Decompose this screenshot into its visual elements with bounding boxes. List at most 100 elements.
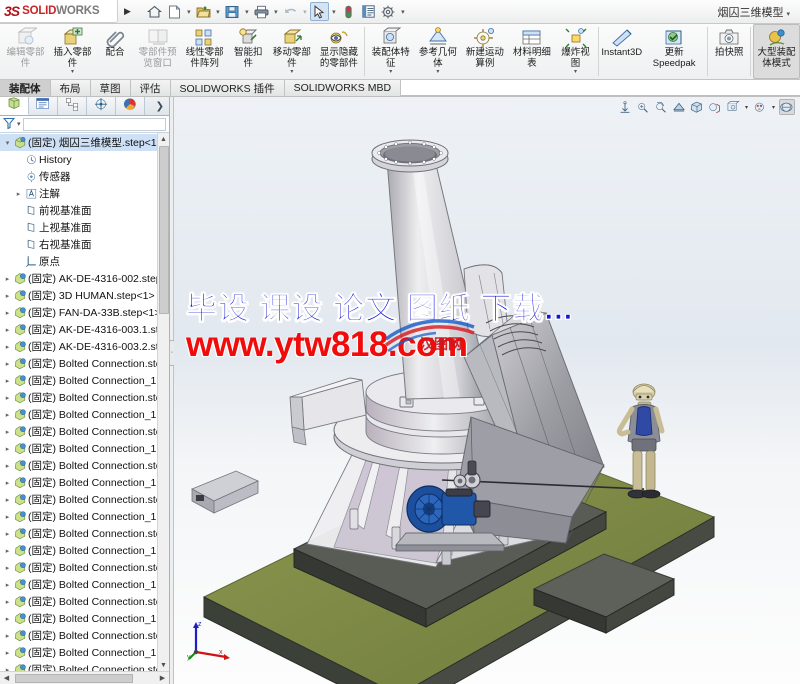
- insert-components-button[interactable]: 插入零部件 ▾: [49, 24, 96, 79]
- tree-item[interactable]: ▸ (固定) Bolted Connection.ste: [0, 661, 169, 671]
- tree-item[interactable]: ▸ (固定) AK-DE-4316-003.1.ste: [0, 321, 169, 338]
- tree-hscroll-track[interactable]: [13, 672, 156, 684]
- tree-scroll-right-button[interactable]: ▶: [156, 672, 169, 684]
- undo-caret-icon[interactable]: ▾: [301, 8, 309, 16]
- apply-scene-icon[interactable]: [779, 99, 795, 115]
- move-component-button[interactable]: 移动零部件 ▾: [268, 24, 315, 79]
- tree-expand-arrow-icon[interactable]: ▸: [2, 360, 13, 368]
- tree-expand-arrow-icon[interactable]: ▸: [2, 377, 13, 385]
- show-hidden-components-button[interactable]: 显示隐藏的零部件: [315, 24, 362, 79]
- save-caret-icon[interactable]: ▾: [243, 8, 251, 16]
- reference-geometry-button-dropdown-icon[interactable]: ▾: [436, 69, 439, 76]
- tree-item[interactable]: 原点: [0, 253, 169, 270]
- tree-expand-arrow-icon[interactable]: ▸: [2, 394, 13, 402]
- tree-expand-arrow-icon[interactable]: ▸: [2, 666, 13, 672]
- tree-expand-arrow-icon[interactable]: ▸: [2, 462, 13, 470]
- settings-gear-icon[interactable]: [379, 2, 398, 21]
- tree-item[interactable]: ▸ (固定) Bolted Connection.ste: [0, 525, 169, 542]
- tree-expand-arrow-icon[interactable]: ▾: [2, 139, 13, 147]
- tree-item[interactable]: ▸ (固定) FAN-DA-33B.step<1>: [0, 304, 169, 321]
- tree-item[interactable]: History: [0, 151, 169, 168]
- tree-expand-arrow-icon[interactable]: ▸: [2, 411, 13, 419]
- tree-expand-arrow-icon[interactable]: ▸: [2, 428, 13, 436]
- select-caret-icon[interactable]: ▾: [330, 8, 338, 16]
- save-icon[interactable]: [223, 2, 242, 21]
- tab-solidworks-addins[interactable]: SOLIDWORKS 插件: [170, 80, 285, 96]
- tree-expand-arrow-icon[interactable]: ▸: [2, 309, 13, 317]
- feature-manager-tab[interactable]: [0, 96, 29, 115]
- tree-item[interactable]: ▸ (固定) Bolted Connection_1.: [0, 474, 169, 491]
- tree-expand-arrow-icon[interactable]: ▸: [2, 632, 13, 640]
- tree-expand-arrow-icon[interactable]: ▸: [2, 326, 13, 334]
- smart-fasteners-button[interactable]: 智能扣件: [228, 24, 268, 79]
- tree-expand-arrow-icon[interactable]: ▸: [2, 598, 13, 606]
- bill-of-materials-button[interactable]: 材料明细表: [508, 24, 555, 79]
- filter-icon[interactable]: [2, 117, 16, 132]
- tree-item[interactable]: ▸ (固定) Bolted Connection.ste: [0, 559, 169, 576]
- tab-layout[interactable]: 布局: [50, 80, 91, 96]
- appearances-caret-icon[interactable]: ▾: [770, 104, 777, 111]
- filter-caret-icon[interactable]: ▾: [17, 120, 21, 128]
- tree-hscroll-thumb[interactable]: [15, 673, 133, 683]
- configuration-manager-tab[interactable]: [58, 97, 87, 115]
- property-manager-tab[interactable]: [29, 97, 58, 115]
- exploded-view-button[interactable]: 爆炸视图 ▾: [555, 24, 595, 79]
- graphics-viewport[interactable]: ▾ ▾ 毕设 课设 论文 图纸 下载... www.ytw818.com 汉图网…: [174, 97, 800, 684]
- menu-expand-arrow-icon[interactable]: ▶: [124, 6, 131, 17]
- tree-item[interactable]: ▸ (固定) Bolted Connection_1.: [0, 542, 169, 559]
- tree-item[interactable]: ▸ 注解: [0, 185, 169, 202]
- instant3d-button[interactable]: Instant3D: [601, 24, 644, 79]
- options-list-icon[interactable]: [359, 2, 378, 21]
- new-document-caret-icon[interactable]: ▾: [185, 8, 193, 16]
- tree-item[interactable]: ▸ (固定) Bolted Connection.ste: [0, 389, 169, 406]
- settings-caret-icon[interactable]: ▾: [399, 8, 407, 16]
- home-icon[interactable]: [145, 2, 164, 21]
- open-folder-caret-icon[interactable]: ▾: [214, 8, 222, 16]
- chimney-assembly-model[interactable]: [174, 97, 800, 684]
- tree-item[interactable]: ▸ (固定) Bolted Connection.ste: [0, 593, 169, 610]
- reference-geometry-button[interactable]: 参考几何体 ▾: [414, 24, 461, 79]
- tree-item[interactable]: ▸ (固定) Bolted Connection_1.: [0, 610, 169, 627]
- mate-button[interactable]: 配合: [96, 24, 134, 79]
- tree-expand-arrow-icon[interactable]: ▸: [2, 343, 13, 351]
- select-arrow-icon[interactable]: [309, 2, 329, 21]
- component-preview-button[interactable]: 零部件预览窗口: [134, 24, 181, 79]
- tree-expand-arrow-icon[interactable]: ▸: [2, 547, 13, 555]
- tree-expand-arrow-icon[interactable]: ▸: [2, 530, 13, 538]
- view-orientation-icon[interactable]: [689, 99, 705, 115]
- tree-item[interactable]: ▸ (固定) AK-DE-4316-002.step: [0, 270, 169, 287]
- display-style-icon[interactable]: [707, 99, 723, 115]
- tab-assembly[interactable]: 装配体: [0, 80, 51, 96]
- insert-components-button-dropdown-icon[interactable]: ▾: [71, 69, 74, 76]
- tree-expand-arrow-icon[interactable]: ▸: [2, 496, 13, 504]
- new-document-icon[interactable]: [165, 2, 184, 21]
- large-assembly-mode-button[interactable]: 大型装配体模式: [752, 24, 800, 79]
- tree-item[interactable]: ▸ (固定) Bolted Connection_1.: [0, 576, 169, 593]
- tree-scroll-left-button[interactable]: ◀: [0, 672, 13, 684]
- dimxpert-manager-tab[interactable]: [87, 97, 116, 115]
- zoom-to-area-icon[interactable]: [635, 99, 651, 115]
- tree-item[interactable]: 右视基准面: [0, 236, 169, 253]
- tree-expand-arrow-icon[interactable]: ▸: [2, 479, 13, 487]
- print-caret-icon[interactable]: ▾: [272, 8, 280, 16]
- tree-expand-arrow-icon[interactable]: ▸: [2, 615, 13, 623]
- appearances-icon[interactable]: [752, 99, 768, 115]
- tree-item[interactable]: ▸ (固定) Bolted Connection_1.: [0, 644, 169, 661]
- tree-expand-arrow-icon[interactable]: ▸: [2, 445, 13, 453]
- tree-expand-arrow-icon[interactable]: ▸: [2, 513, 13, 521]
- assembly-features-button-dropdown-icon[interactable]: ▾: [389, 69, 392, 76]
- tree-vertical-scrollbar[interactable]: ▲ ▼: [157, 133, 169, 671]
- move-component-button-dropdown-icon[interactable]: ▾: [290, 69, 293, 76]
- tree-scroll-thumb[interactable]: [158, 146, 169, 314]
- previous-view-icon[interactable]: [653, 99, 669, 115]
- open-folder-icon[interactable]: [194, 2, 213, 21]
- tree-item[interactable]: ▸ (固定) Bolted Connection.ste: [0, 423, 169, 440]
- tree-item[interactable]: ▸ (固定) Bolted Connection_1.: [0, 372, 169, 389]
- tree-item[interactable]: ▸ (固定) Bolted Connection.ste: [0, 491, 169, 508]
- tree-scroll-down-button[interactable]: ▼: [157, 659, 169, 671]
- tree-expand-arrow-icon[interactable]: ▸: [2, 649, 13, 657]
- tree-item[interactable]: 上视基准面: [0, 219, 169, 236]
- take-snapshot-button[interactable]: 拍快照: [710, 24, 748, 79]
- undo-icon[interactable]: [281, 2, 300, 21]
- tree-expand-arrow-icon[interactable]: ▸: [2, 581, 13, 589]
